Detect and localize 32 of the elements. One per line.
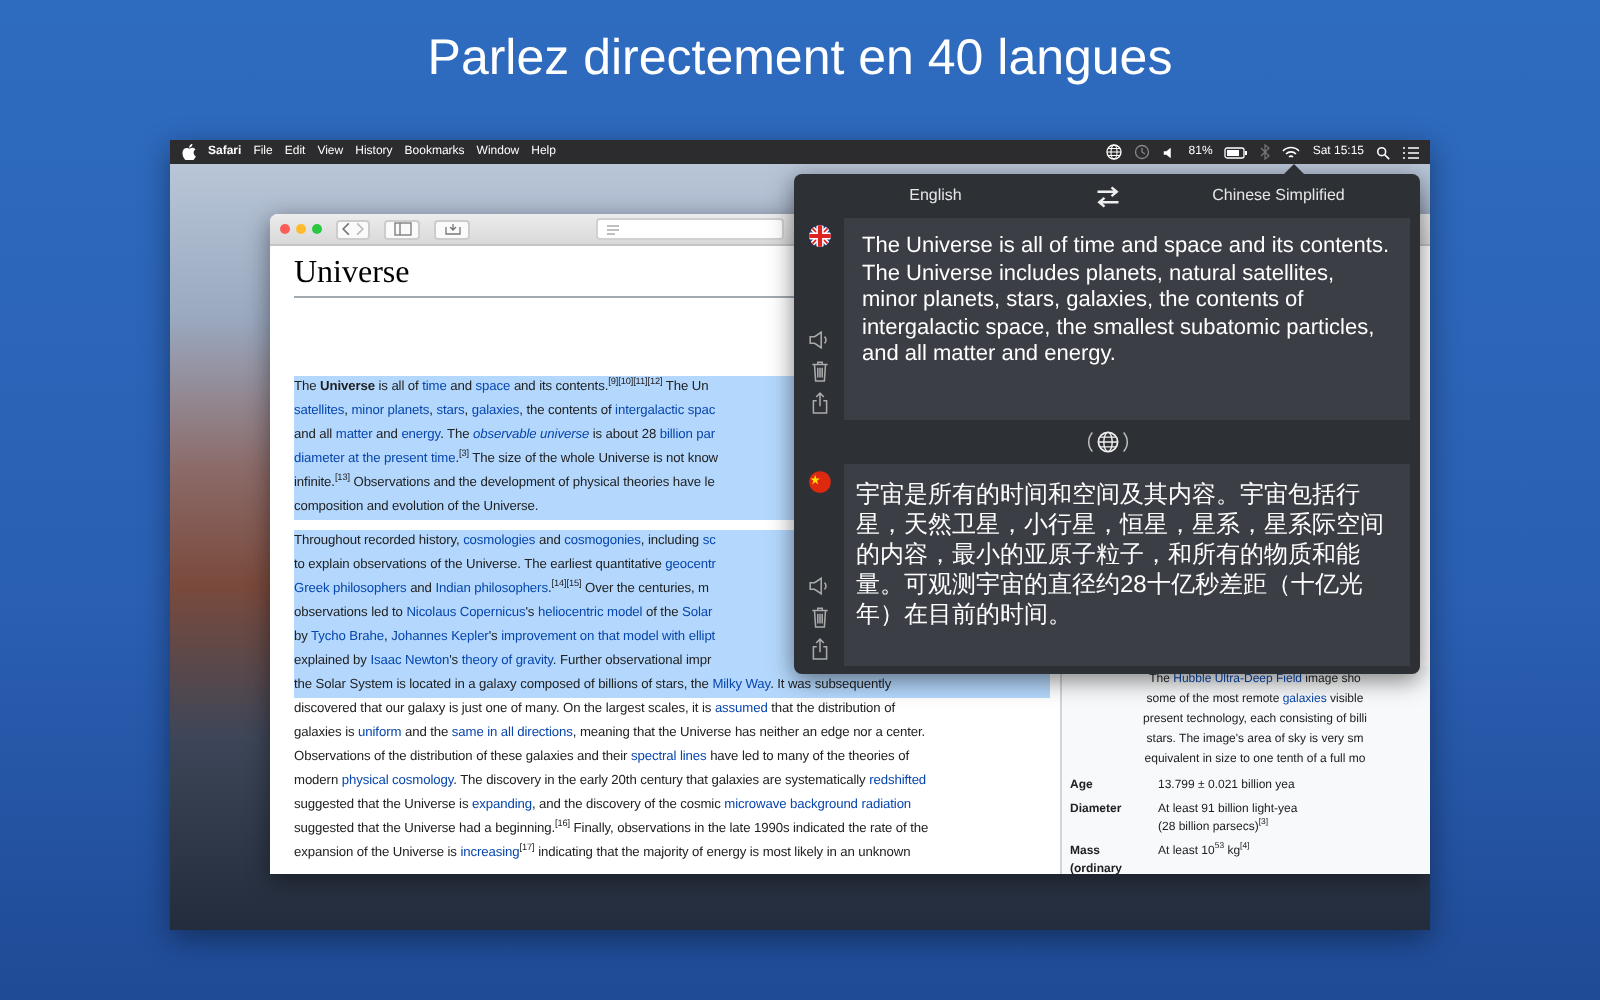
globe-button-icon[interactable] <box>1085 430 1129 454</box>
sidebar-icon <box>393 222 411 236</box>
forward-icon <box>354 222 366 236</box>
headline: Parlez directement en 40 langues <box>427 28 1173 90</box>
speaker-icon[interactable] <box>808 576 830 596</box>
wifi-icon[interactable] <box>1282 145 1301 159</box>
swap-icon[interactable] <box>1093 185 1121 207</box>
apple-icon[interactable] <box>182 144 196 160</box>
speaker-icon[interactable] <box>1162 145 1177 159</box>
target-language-button[interactable]: Chinese Simplified <box>1212 186 1345 206</box>
source-text: The Universe is all of time and space and its contents. The Universe includes planets, natural satellites, minor planets, stars, galaxies, the contents of intergalactic space, the smallest subatomic particles, and all matter and energy. <box>844 218 1410 420</box>
share-icon[interactable] <box>809 392 829 414</box>
speaker-icon[interactable] <box>808 330 830 350</box>
bluetooth-icon[interactable] <box>1260 144 1271 160</box>
trash-icon[interactable] <box>809 606 829 628</box>
chinese-flag-icon <box>807 470 831 494</box>
search-icon[interactable] <box>1376 145 1390 159</box>
trash-icon[interactable] <box>809 360 829 382</box>
reader-icon <box>606 223 620 235</box>
list-icon[interactable] <box>1402 145 1420 159</box>
address-field[interactable] <box>596 218 784 240</box>
translated-text: 宇宙是所有的时间和空间及其内容。宇宙包括行星，天然卫星，小行星，恒星，星系，星系际空间的内容，最小的亚原子粒子，和所有的物质和能量。可观测宇宙的直径约28十亿秒差距（十亿光年）在目前的时间。 <box>844 464 1410 666</box>
share-button[interactable] <box>434 219 470 239</box>
british-flag-icon <box>807 224 831 248</box>
battery-icon[interactable] <box>1224 145 1249 159</box>
globe-icon[interactable] <box>1106 144 1123 160</box>
tray-icon <box>443 222 461 236</box>
clock-icon[interactable] <box>1134 144 1151 160</box>
source-language-button[interactable]: English <box>909 186 962 206</box>
back-icon <box>340 222 352 236</box>
share-icon[interactable] <box>809 638 829 660</box>
back-forward-button[interactable] <box>336 219 370 239</box>
